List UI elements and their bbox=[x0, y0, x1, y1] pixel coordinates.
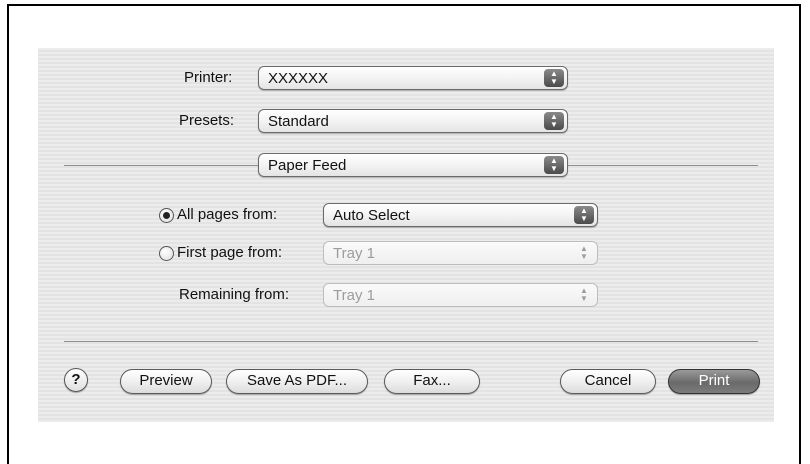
presets-popup[interactable]: Standard ▲ ▼ bbox=[258, 109, 568, 133]
remaining-label: Remaining from: bbox=[179, 286, 290, 303]
print-dialog: Printer: XXXXXX ▲ ▼ Presets: Standard ▲ ▼ … bbox=[38, 48, 774, 422]
printer-popup[interactable]: XXXXXX ▲ ▼ bbox=[258, 66, 568, 90]
panel-value: Paper Feed bbox=[268, 157, 347, 174]
separator-left bbox=[64, 165, 258, 166]
remaining-popup[interactable]: Tray 1 ▲ ▼ bbox=[323, 283, 598, 307]
save-as-pdf-button[interactable]: Save As PDF... bbox=[226, 369, 368, 394]
up-down-arrows-icon: ▲ ▼ bbox=[544, 112, 564, 130]
print-button[interactable]: Print bbox=[668, 369, 760, 394]
cancel-button[interactable]: Cancel bbox=[560, 369, 656, 394]
presets-value: Standard bbox=[268, 113, 329, 130]
all-pages-radio[interactable] bbox=[159, 208, 174, 223]
all-pages-label: All pages from: bbox=[177, 206, 278, 223]
up-down-arrows-icon: ▲ ▼ bbox=[580, 286, 588, 303]
panel-popup[interactable]: Paper Feed ▲ ▼ bbox=[258, 153, 568, 177]
up-down-arrows-icon: ▲ ▼ bbox=[574, 206, 594, 224]
all-pages-value: Auto Select bbox=[333, 207, 410, 224]
remaining-value: Tray 1 bbox=[333, 287, 375, 304]
separator-right bbox=[568, 165, 758, 166]
printer-value: XXXXXX bbox=[268, 70, 329, 87]
first-page-radio[interactable] bbox=[159, 246, 174, 261]
first-page-value: Tray 1 bbox=[333, 245, 375, 262]
preview-button[interactable]: Preview bbox=[120, 369, 212, 394]
bottom-separator bbox=[64, 341, 758, 342]
up-down-arrows-icon: ▲ ▼ bbox=[580, 244, 588, 261]
first-page-popup[interactable]: Tray 1 ▲ ▼ bbox=[323, 241, 598, 265]
first-page-label: First page from: bbox=[177, 244, 283, 261]
all-pages-popup[interactable]: Auto Select ▲ ▼ bbox=[323, 203, 598, 227]
fax-button[interactable]: Fax... bbox=[384, 369, 480, 394]
up-down-arrows-icon: ▲ ▼ bbox=[544, 156, 564, 174]
presets-label: Presets: bbox=[179, 112, 235, 129]
printer-label: Printer: bbox=[184, 69, 233, 86]
up-down-arrows-icon: ▲ ▼ bbox=[544, 69, 564, 87]
help-icon[interactable]: ? bbox=[64, 368, 88, 392]
